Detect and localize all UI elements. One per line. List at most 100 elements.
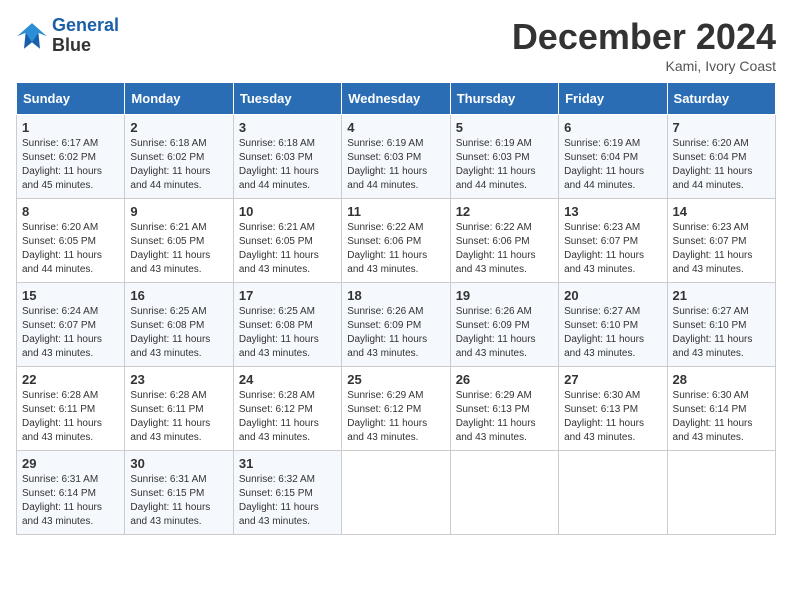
month-title: December 2024 xyxy=(512,16,776,58)
calendar-table: SundayMondayTuesdayWednesdayThursdayFrid… xyxy=(16,82,776,535)
day-number: 26 xyxy=(456,372,553,387)
calendar-week-2: 8 Sunrise: 6:20 AM Sunset: 6:05 PM Daylig… xyxy=(17,199,776,283)
day-info: Sunrise: 6:18 AM Sunset: 6:03 PM Dayligh… xyxy=(239,137,336,193)
calendar-cell: 29 Sunrise: 6:31 AM Sunset: 6:14 PM Dayli… xyxy=(17,451,125,535)
calendar-cell: 3 Sunrise: 6:18 AM Sunset: 6:03 PM Daylig… xyxy=(233,115,341,199)
day-info: Sunrise: 6:22 AM Sunset: 6:06 PM Dayligh… xyxy=(456,221,553,277)
calendar-cell: 10 Sunrise: 6:21 AM Sunset: 6:05 PM Dayli… xyxy=(233,199,341,283)
calendar-cell: 25 Sunrise: 6:29 AM Sunset: 6:12 PM Dayli… xyxy=(342,367,450,451)
day-number: 1 xyxy=(22,120,119,135)
day-info: Sunrise: 6:19 AM Sunset: 6:03 PM Dayligh… xyxy=(456,137,553,193)
day-info: Sunrise: 6:25 AM Sunset: 6:08 PM Dayligh… xyxy=(130,305,227,361)
day-number: 17 xyxy=(239,288,336,303)
day-info: Sunrise: 6:31 AM Sunset: 6:14 PM Dayligh… xyxy=(22,473,119,529)
day-number: 12 xyxy=(456,204,553,219)
day-number: 13 xyxy=(564,204,661,219)
day-number: 29 xyxy=(22,456,119,471)
day-number: 18 xyxy=(347,288,444,303)
day-info: Sunrise: 6:27 AM Sunset: 6:10 PM Dayligh… xyxy=(673,305,770,361)
day-info: Sunrise: 6:19 AM Sunset: 6:04 PM Dayligh… xyxy=(564,137,661,193)
day-number: 28 xyxy=(673,372,770,387)
day-info: Sunrise: 6:26 AM Sunset: 6:09 PM Dayligh… xyxy=(456,305,553,361)
calendar-cell: 11Sunrise: 6:22 AM Sunset: 6:06 PM Dayli… xyxy=(342,199,450,283)
day-info: Sunrise: 6:17 AM Sunset: 6:02 PM Dayligh… xyxy=(22,137,119,193)
header-day-tuesday: Tuesday xyxy=(233,83,341,115)
day-number: 16 xyxy=(130,288,227,303)
header-day-saturday: Saturday xyxy=(667,83,775,115)
day-number: 25 xyxy=(347,372,444,387)
calendar-cell: 6 Sunrise: 6:19 AM Sunset: 6:04 PM Daylig… xyxy=(559,115,667,199)
calendar-cell: 21 Sunrise: 6:27 AM Sunset: 6:10 PM Dayli… xyxy=(667,283,775,367)
header-day-wednesday: Wednesday xyxy=(342,83,450,115)
calendar-week-5: 29 Sunrise: 6:31 AM Sunset: 6:14 PM Dayli… xyxy=(17,451,776,535)
day-info: Sunrise: 6:21 AM Sunset: 6:05 PM Dayligh… xyxy=(239,221,336,277)
day-info: Sunrise: 6:28 AM Sunset: 6:12 PM Dayligh… xyxy=(239,389,336,445)
calendar-cell: 17 Sunrise: 6:25 AM Sunset: 6:08 PM Dayli… xyxy=(233,283,341,367)
day-number: 4 xyxy=(347,120,444,135)
day-number: 9 xyxy=(130,204,227,219)
calendar-cell xyxy=(667,451,775,535)
logo-text: GeneralBlue xyxy=(52,16,119,56)
day-info: Sunrise: 6:30 AM Sunset: 6:13 PM Dayligh… xyxy=(564,389,661,445)
calendar-header: SundayMondayTuesdayWednesdayThursdayFrid… xyxy=(17,83,776,115)
calendar-cell: 20Sunrise: 6:27 AM Sunset: 6:10 PM Dayli… xyxy=(559,283,667,367)
logo-icon xyxy=(16,20,48,52)
day-number: 15 xyxy=(22,288,119,303)
calendar-cell: 27Sunrise: 6:30 AM Sunset: 6:13 PM Dayli… xyxy=(559,367,667,451)
day-number: 21 xyxy=(673,288,770,303)
day-info: Sunrise: 6:24 AM Sunset: 6:07 PM Dayligh… xyxy=(22,305,119,361)
page-header: GeneralBlue December 2024 Kami, Ivory Co… xyxy=(16,16,776,74)
calendar-cell: 14 Sunrise: 6:23 AM Sunset: 6:07 PM Dayli… xyxy=(667,199,775,283)
day-info: Sunrise: 6:31 AM Sunset: 6:15 PM Dayligh… xyxy=(130,473,227,529)
day-number: 20 xyxy=(564,288,661,303)
calendar-cell: 4 Sunrise: 6:19 AM Sunset: 6:03 PM Daylig… xyxy=(342,115,450,199)
day-number: 5 xyxy=(456,120,553,135)
calendar-week-3: 15 Sunrise: 6:24 AM Sunset: 6:07 PM Dayli… xyxy=(17,283,776,367)
calendar-body: 1 Sunrise: 6:17 AM Sunset: 6:02 PM Daylig… xyxy=(17,115,776,535)
calendar-cell: 15 Sunrise: 6:24 AM Sunset: 6:07 PM Dayli… xyxy=(17,283,125,367)
calendar-week-1: 1 Sunrise: 6:17 AM Sunset: 6:02 PM Daylig… xyxy=(17,115,776,199)
day-info: Sunrise: 6:23 AM Sunset: 6:07 PM Dayligh… xyxy=(673,221,770,277)
day-info: Sunrise: 6:28 AM Sunset: 6:11 PM Dayligh… xyxy=(130,389,227,445)
calendar-cell: 13 Sunrise: 6:23 AM Sunset: 6:07 PM Dayli… xyxy=(559,199,667,283)
day-number: 6 xyxy=(564,120,661,135)
day-info: Sunrise: 6:29 AM Sunset: 6:12 PM Dayligh… xyxy=(347,389,444,445)
calendar-cell: 5 Sunrise: 6:19 AM Sunset: 6:03 PM Daylig… xyxy=(450,115,558,199)
calendar-cell xyxy=(342,451,450,535)
day-info: Sunrise: 6:29 AM Sunset: 6:13 PM Dayligh… xyxy=(456,389,553,445)
day-number: 14 xyxy=(673,204,770,219)
header-day-thursday: Thursday xyxy=(450,83,558,115)
day-number: 8 xyxy=(22,204,119,219)
day-info: Sunrise: 6:19 AM Sunset: 6:03 PM Dayligh… xyxy=(347,137,444,193)
day-info: Sunrise: 6:20 AM Sunset: 6:05 PM Dayligh… xyxy=(22,221,119,277)
calendar-cell: 2Sunrise: 6:18 AM Sunset: 6:02 PM Daylig… xyxy=(125,115,233,199)
day-info: Sunrise: 6:22 AM Sunset: 6:06 PM Dayligh… xyxy=(347,221,444,277)
logo: GeneralBlue xyxy=(16,16,119,56)
calendar-cell: 24Sunrise: 6:28 AM Sunset: 6:12 PM Dayli… xyxy=(233,367,341,451)
header-day-sunday: Sunday xyxy=(17,83,125,115)
day-number: 7 xyxy=(673,120,770,135)
day-number: 10 xyxy=(239,204,336,219)
day-number: 19 xyxy=(456,288,553,303)
day-info: Sunrise: 6:32 AM Sunset: 6:15 PM Dayligh… xyxy=(239,473,336,529)
calendar-cell: 22Sunrise: 6:28 AM Sunset: 6:11 PM Dayli… xyxy=(17,367,125,451)
calendar-cell: 26 Sunrise: 6:29 AM Sunset: 6:13 PM Dayli… xyxy=(450,367,558,451)
calendar-cell: 31Sunrise: 6:32 AM Sunset: 6:15 PM Dayli… xyxy=(233,451,341,535)
location-subtitle: Kami, Ivory Coast xyxy=(512,58,776,74)
day-info: Sunrise: 6:25 AM Sunset: 6:08 PM Dayligh… xyxy=(239,305,336,361)
day-number: 3 xyxy=(239,120,336,135)
calendar-cell xyxy=(450,451,558,535)
day-info: Sunrise: 6:23 AM Sunset: 6:07 PM Dayligh… xyxy=(564,221,661,277)
day-info: Sunrise: 6:26 AM Sunset: 6:09 PM Dayligh… xyxy=(347,305,444,361)
calendar-cell: 18 Sunrise: 6:26 AM Sunset: 6:09 PM Dayli… xyxy=(342,283,450,367)
day-info: Sunrise: 6:18 AM Sunset: 6:02 PM Dayligh… xyxy=(130,137,227,193)
calendar-week-4: 22Sunrise: 6:28 AM Sunset: 6:11 PM Dayli… xyxy=(17,367,776,451)
day-info: Sunrise: 6:28 AM Sunset: 6:11 PM Dayligh… xyxy=(22,389,119,445)
header-day-monday: Monday xyxy=(125,83,233,115)
header-day-friday: Friday xyxy=(559,83,667,115)
day-info: Sunrise: 6:21 AM Sunset: 6:05 PM Dayligh… xyxy=(130,221,227,277)
day-info: Sunrise: 6:20 AM Sunset: 6:04 PM Dayligh… xyxy=(673,137,770,193)
calendar-cell: 23Sunrise: 6:28 AM Sunset: 6:11 PM Dayli… xyxy=(125,367,233,451)
calendar-cell: 30Sunrise: 6:31 AM Sunset: 6:15 PM Dayli… xyxy=(125,451,233,535)
calendar-cell: 1 Sunrise: 6:17 AM Sunset: 6:02 PM Daylig… xyxy=(17,115,125,199)
